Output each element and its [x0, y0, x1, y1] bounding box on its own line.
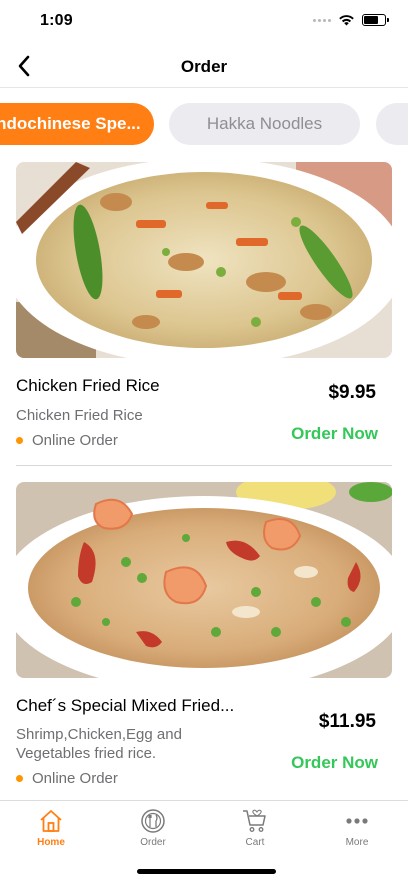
category-tabs: Indochinese Spe... Hakka Noodles — [0, 103, 408, 147]
item-price: $11.95 — [318, 711, 376, 732]
item-name: Chef´s Special Mixed Fried... — [16, 696, 235, 715]
plate-cutlery-icon — [141, 809, 165, 833]
item-order-type: Online Order — [16, 432, 118, 449]
item-description: Shrimp,Chicken,Egg and Vegetables fried … — [16, 726, 182, 762]
status-bar: 1:09 — [0, 0, 408, 44]
tab-order-label: Order — [140, 837, 166, 848]
tab-cart-label: Cart — [245, 837, 265, 848]
signal-icon — [313, 18, 331, 22]
menu-item-card[interactable]: Chef´s Special Mixed Fried... Shrimp,Chi… — [16, 482, 392, 800]
order-now-button[interactable]: Order Now — [291, 424, 378, 444]
item-order-type: Online Order — [16, 770, 118, 787]
divider — [16, 465, 392, 466]
status-dot — [16, 437, 23, 444]
item-order-type-label: Online Order — [32, 432, 118, 449]
cart-icon — [243, 809, 266, 832]
item-price: $9.95 — [328, 382, 376, 403]
tab-home-label: Home — [37, 837, 65, 848]
item-description: Chicken Fried Rice — [16, 407, 143, 424]
home-indicator — [137, 869, 276, 874]
menu-list: Chicken Fried Rice Chicken Fried Rice On… — [0, 160, 408, 800]
tab-home[interactable]: Home — [0, 807, 102, 848]
category-tab-next[interactable] — [376, 103, 408, 145]
food-image-fried-rice — [16, 162, 392, 358]
tab-cart[interactable]: Cart — [204, 807, 306, 848]
page-title: Order — [180, 57, 228, 76]
category-tab-hakka-noodles[interactable]: Hakka Noodles — [169, 103, 360, 145]
status-time: 1:09 — [40, 12, 73, 29]
more-dots-icon — [346, 818, 368, 824]
category-tab-indochinese[interactable]: Indochinese Spe... — [0, 103, 154, 145]
home-icon — [40, 810, 62, 832]
food-image-mixed-fried-rice — [16, 482, 392, 678]
item-order-type-label: Online Order — [32, 770, 118, 787]
tab-more[interactable]: More — [306, 807, 408, 848]
menu-item-card[interactable]: Chicken Fried Rice Chicken Fried Rice On… — [16, 162, 392, 467]
status-dot — [16, 775, 23, 782]
tab-order[interactable]: Order — [102, 807, 204, 848]
tab-more-label: More — [345, 837, 369, 848]
battery-icon — [362, 14, 389, 26]
order-now-button[interactable]: Order Now — [291, 753, 378, 773]
nav-bar: Order — [0, 44, 408, 88]
item-name: Chicken Fried Rice — [16, 376, 160, 395]
wifi-icon — [339, 15, 354, 26]
status-icons — [313, 14, 389, 26]
